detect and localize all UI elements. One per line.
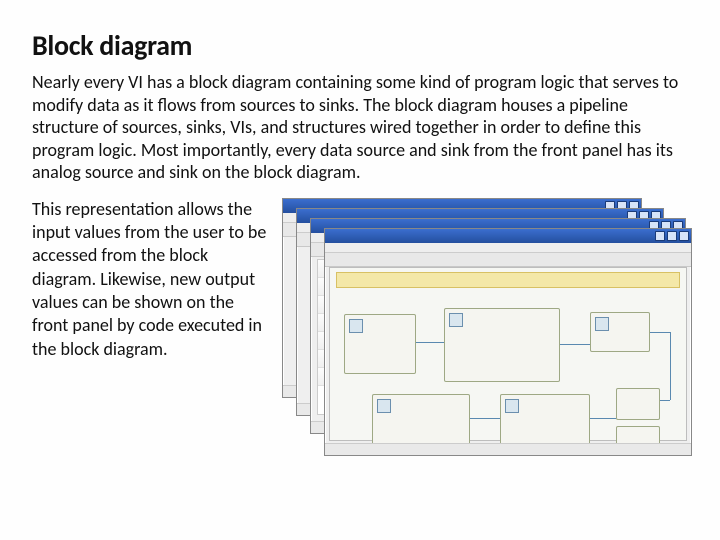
max-icon [667, 231, 677, 241]
wire [470, 418, 500, 419]
titlebar [325, 229, 691, 243]
wire [660, 400, 670, 401]
wire [670, 332, 671, 400]
wire [650, 332, 670, 333]
node-icon [349, 319, 363, 333]
side-paragraph: This representation allows the input val… [32, 198, 272, 362]
node-icon [595, 317, 609, 331]
wire [590, 418, 616, 419]
diagram-node [616, 388, 660, 420]
statusbar [325, 443, 691, 455]
page-title: Block diagram [32, 28, 688, 63]
close-icon [679, 231, 689, 241]
menubar [325, 243, 691, 253]
node-icon [377, 399, 391, 413]
intro-paragraph: Nearly every VI has a block diagram cont… [32, 71, 688, 184]
node-icon [505, 399, 519, 413]
lower-row: This representation allows the input val… [32, 198, 688, 458]
window-front [324, 228, 692, 456]
diagram-node [372, 394, 470, 450]
wire [560, 344, 590, 345]
toolbar [325, 253, 691, 267]
diagram-canvas [329, 267, 687, 441]
min-icon [655, 231, 665, 241]
wire [416, 342, 444, 343]
diagram-node [444, 308, 560, 382]
diagram-node [500, 394, 590, 450]
node-icon [449, 313, 463, 327]
screenshot-stack [282, 198, 692, 458]
banner-bar [336, 272, 680, 288]
diagram-node [344, 314, 416, 374]
diagram-node [590, 312, 650, 352]
